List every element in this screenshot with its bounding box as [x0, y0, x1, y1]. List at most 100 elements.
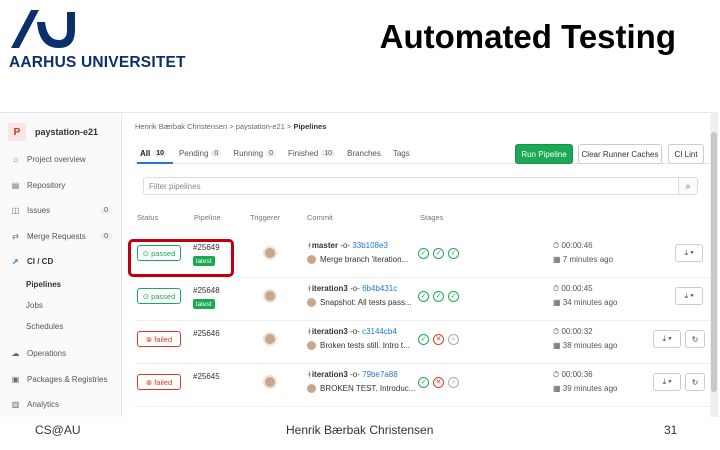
stage-passed-icon[interactable]: ✓ — [418, 291, 429, 302]
ci-lint-button[interactable]: CI Lint — [668, 144, 704, 164]
commit-message[interactable]: BROKEN TEST. Introduc... — [307, 384, 427, 394]
stage-failed-icon[interactable]: ✕ — [433, 334, 444, 345]
stage-passed-icon[interactable]: ✓ — [418, 248, 429, 259]
avatar — [307, 255, 316, 265]
stage-passed-icon[interactable]: ✓ — [448, 248, 459, 259]
merge-requests-count: 0 — [100, 233, 112, 240]
tab-running[interactable]: Running 0 — [233, 149, 277, 158]
scrollbar-thumb[interactable] — [711, 132, 717, 392]
check-circle-icon: ⊙ — [142, 291, 149, 301]
footer-author: Henrik Bærbak Christensen — [286, 423, 434, 437]
rocket-icon: ➚ — [12, 257, 19, 266]
timer-icon: ⏱ — [553, 241, 560, 250]
slide-title: Automated Testing — [379, 18, 676, 55]
table-row: ⊗ failed #25645 ᚼiteration3 -o- 79be7a88… — [135, 364, 715, 407]
sidebar-item-repository[interactable]: ▤ Repository — [0, 181, 122, 190]
duration: ⏱ 00:00:45 — [553, 284, 593, 293]
sidebar-item-merge-requests[interactable]: ⇄ Merge Requests 0 — [0, 232, 122, 241]
sidebar-item-issues[interactable]: ◫ Issues 0 — [0, 206, 122, 215]
commit-icon: -o- — [350, 284, 360, 293]
issues-count: 0 — [100, 207, 112, 214]
cloud-icon: ☁ — [11, 349, 20, 358]
stage-passed-icon[interactable]: ✓ — [418, 334, 429, 345]
stage-passed-icon[interactable]: ✓ — [433, 291, 444, 302]
download-artifacts-button[interactable]: ⤓ ▾ — [653, 373, 681, 391]
pipeline-id[interactable]: #25645 — [193, 372, 220, 381]
calendar-icon: ▦ — [553, 255, 561, 264]
tab-branches[interactable]: Branches — [347, 149, 381, 158]
tab-all[interactable]: All 10 — [140, 149, 168, 158]
sidebar-item-pipelines[interactable]: Pipelines — [0, 280, 122, 289]
status-badge[interactable]: ⊗ failed — [137, 331, 181, 347]
search-icon[interactable]: ⌕ — [678, 177, 698, 195]
column-commit: Commit — [307, 213, 333, 222]
tab-tags[interactable]: Tags — [393, 149, 410, 158]
download-icon: ⤓ ▾ — [684, 291, 694, 300]
stage-passed-icon[interactable]: ✓ — [418, 377, 429, 388]
sidebar-item-project-overview[interactable]: ⌂ Project overview — [0, 155, 122, 164]
sidebar-item-jobs[interactable]: Jobs — [0, 301, 122, 310]
avatar[interactable] — [263, 332, 277, 346]
pipeline-id[interactable]: #25648 — [193, 286, 220, 295]
pipeline-tabs: All 10 Pending 0 Running 0 Finished 10 Branc… — [140, 149, 422, 158]
sidebar-item-schedules[interactable]: Schedules — [0, 322, 122, 331]
latest-badge: latest — [193, 299, 215, 309]
breadcrumb-project[interactable]: paystation-e21 — [236, 122, 285, 131]
page-number: 31 — [664, 423, 678, 437]
avatar[interactable] — [263, 289, 277, 303]
stage-passed-icon[interactable]: ✓ — [448, 291, 459, 302]
breadcrumb-owner[interactable]: Henrik Bærbak Christensen — [135, 122, 227, 131]
sidebar-item-ci-cd[interactable]: ➚ CI / CD — [0, 257, 122, 266]
merge-icon: ⇄ — [12, 232, 19, 241]
download-artifacts-button[interactable]: ⤓ ▾ — [653, 330, 681, 348]
avatar — [307, 384, 316, 394]
calendar-icon: ▦ — [553, 298, 561, 307]
package-icon: ▣ — [11, 375, 20, 384]
tab-finished[interactable]: Finished 10 — [288, 149, 336, 158]
x-circle-icon: ⊗ — [145, 334, 153, 344]
calendar-icon: ▦ — [553, 384, 561, 393]
duration: ⏱ 00:00:32 — [553, 327, 593, 336]
commit-message[interactable]: Broken tests still. Intro t... — [307, 341, 427, 351]
column-triggerer: Triggerer — [250, 213, 281, 222]
scrollbar[interactable] — [710, 112, 718, 417]
breadcrumb-page: Pipelines — [293, 122, 327, 131]
retry-icon: ↻ — [691, 334, 699, 344]
tab-pending[interactable]: Pending 0 — [179, 149, 222, 158]
avatar[interactable] — [263, 246, 277, 260]
clear-runner-caches-button[interactable]: Clear Runner Caches — [578, 144, 662, 164]
stages: ✓ ✓ ✓ — [418, 248, 463, 259]
table-row: ⊗ failed #25646 ᚼiteration3 -o- c3144cb4… — [135, 321, 715, 364]
run-pipeline-button[interactable]: Run Pipeline — [515, 144, 573, 164]
commit-message[interactable]: Merge branch 'iteration... — [307, 255, 427, 265]
download-icon: ⤓ ▾ — [662, 334, 672, 343]
commit-icon: -o- — [350, 370, 360, 379]
pipeline-id[interactable]: #25646 — [193, 329, 220, 338]
project-header[interactable]: P paystation-e21 — [8, 123, 98, 141]
sidebar-item-analytics[interactable]: ▥ Analytics — [0, 400, 122, 409]
commit-message[interactable]: Snapshot: All tests pass... — [307, 298, 427, 308]
project-avatar: P — [8, 123, 26, 141]
status-badge[interactable]: ⊗ failed — [137, 374, 181, 390]
home-icon: ⌂ — [13, 155, 18, 164]
stage-failed-icon[interactable]: ✕ — [433, 377, 444, 388]
download-artifacts-button[interactable]: ⤓ ▾ — [675, 287, 703, 305]
timer-icon: ⏱ — [553, 284, 560, 293]
active-tab-underline — [137, 162, 173, 164]
commit-ref: ᚼmaster -o- 33b108e3 — [307, 241, 388, 250]
avatar[interactable] — [263, 375, 277, 389]
retry-button[interactable]: ↻ — [685, 373, 705, 391]
stages: ✓ ✕ » — [418, 334, 463, 345]
status-badge[interactable]: ⊙ passed — [137, 288, 181, 304]
stage-skipped-icon[interactable]: » — [448, 334, 459, 345]
download-artifacts-button[interactable]: ⤓ ▾ — [675, 244, 703, 262]
filter-pipelines-input[interactable]: Filter pipelines — [143, 177, 698, 195]
stage-skipped-icon[interactable]: » — [448, 377, 459, 388]
sidebar-item-packages-registries[interactable]: ▣ Packages & Registries — [0, 375, 122, 384]
stages: ✓ ✕ » — [418, 377, 463, 388]
finished-time: ▦ 34 minutes ago — [553, 298, 618, 307]
stage-passed-icon[interactable]: ✓ — [433, 248, 444, 259]
commit-ref: ᚼiteration3 -o- 79be7a88 — [307, 370, 398, 379]
retry-button[interactable]: ↻ — [685, 330, 705, 348]
sidebar-item-operations[interactable]: ☁ Operations — [0, 349, 122, 358]
